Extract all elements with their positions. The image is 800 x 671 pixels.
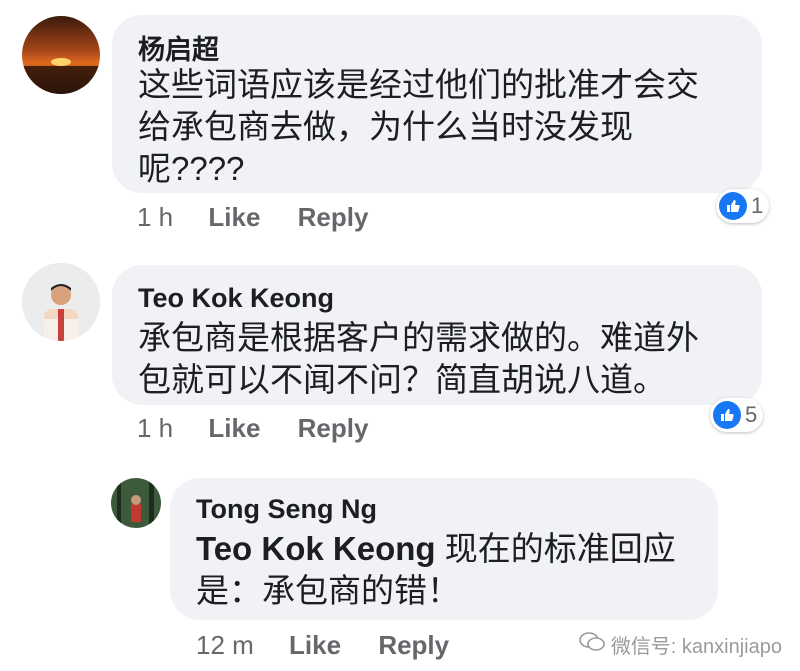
avatar-comment-1[interactable]	[22, 16, 100, 94]
comment-author[interactable]: Teo Kok Keong	[138, 283, 334, 314]
mention-link[interactable]: Teo Kok Keong	[196, 530, 436, 567]
like-button[interactable]: Like	[208, 413, 260, 443]
comment-text: 这些词语应该是经过他们的批准才会交 给承包商去做，为什么当时没发现 呢????	[138, 66, 699, 187]
avatar-comment-2[interactable]	[22, 263, 100, 341]
sunset-avatar-image	[22, 16, 100, 94]
like-button[interactable]: Like	[208, 202, 260, 232]
reply-button[interactable]: Reply	[298, 202, 369, 232]
comment-meta: 1 h Like Reply	[137, 202, 398, 233]
reply-timestamp: 12 m	[196, 630, 254, 660]
watermark-text: 微信号: kanxinjiapo	[610, 636, 782, 658]
reply-button[interactable]: Reply	[298, 413, 369, 443]
like-button[interactable]: Like	[289, 630, 341, 660]
comment-author[interactable]: 杨启超	[138, 28, 219, 67]
person-avatar-image	[22, 263, 100, 341]
thumbs-up-icon	[719, 192, 747, 220]
reply-author[interactable]: Tong Seng Ng	[196, 494, 377, 525]
reaction-badge[interactable]: 1	[716, 189, 770, 223]
reply-text: Teo Kok Keong 现在的标准回应 是：承包商的错！	[196, 528, 706, 612]
comment-timestamp: 1 h	[137, 413, 174, 443]
thumbs-up-icon	[713, 401, 741, 429]
wechat-icon	[579, 631, 605, 658]
forest-avatar-image	[111, 478, 161, 528]
reply-button[interactable]: Reply	[378, 630, 449, 660]
reaction-count: 5	[745, 402, 758, 427]
comment-text: 承包商是根据客户的需求做的。难道外 包就可以不闻不问？简直胡说八道。	[138, 319, 699, 398]
avatar-reply[interactable]	[111, 478, 161, 528]
comment-meta: 1 h Like Reply	[137, 413, 398, 444]
watermark: 微信号: kanxinjiapo	[579, 630, 782, 659]
reaction-badge[interactable]: 5	[710, 398, 764, 432]
reply-meta: 12 m Like Reply	[196, 630, 479, 661]
comment-timestamp: 1 h	[137, 202, 174, 232]
reaction-count: 1	[751, 193, 764, 218]
